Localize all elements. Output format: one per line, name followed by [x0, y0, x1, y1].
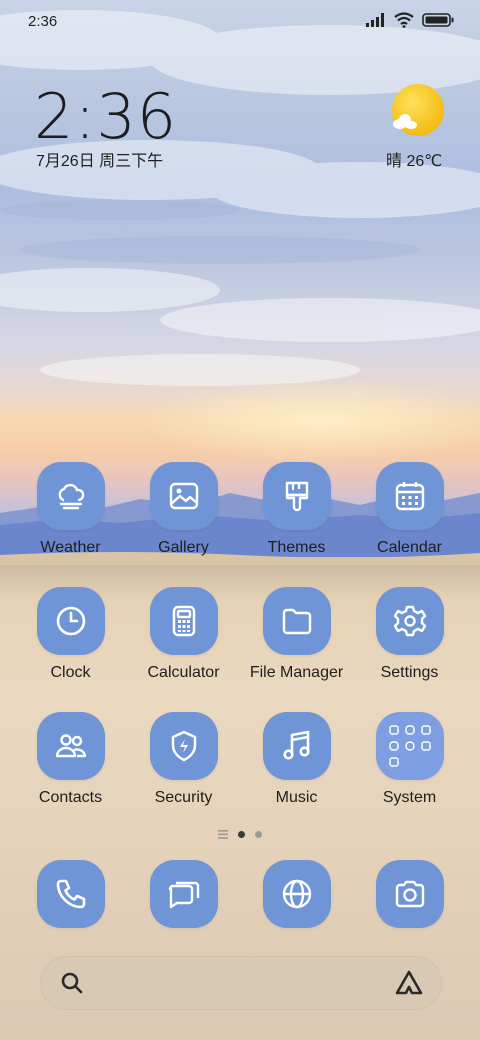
messages-app-tile[interactable] [149, 860, 218, 928]
browser-app-tile[interactable] [262, 860, 331, 928]
status-bar: 2:36 [0, 0, 480, 44]
browser-globe-icon [282, 879, 311, 909]
dock-phone[interactable] [14, 860, 127, 928]
clock-icon [56, 606, 85, 636]
app-system-folder[interactable]: System [353, 712, 466, 807]
app-music[interactable]: Music [240, 712, 353, 807]
app-label: System [382, 789, 437, 806]
search-bar[interactable] [40, 956, 442, 1010]
app-security[interactable]: Security [127, 712, 240, 807]
app-label: Clock [50, 664, 91, 681]
battery-icon [422, 13, 454, 27]
messages-icon [168, 881, 199, 909]
app-calculator[interactable]: Calculator [127, 587, 240, 682]
weather-summary: 晴 26℃ [386, 153, 443, 170]
assistant-icon[interactable] [394, 969, 424, 997]
search-icon[interactable] [60, 971, 84, 995]
contacts-icon [55, 734, 86, 758]
wallpaper-clouds [0, 10, 480, 386]
app-calendar[interactable]: Calendar [353, 462, 466, 557]
app-gallery[interactable]: Gallery [127, 462, 240, 557]
page-dot-active[interactable] [238, 831, 245, 838]
folder-grid-icon [388, 725, 431, 767]
folder-icon [282, 608, 311, 635]
dock-browser[interactable] [240, 860, 353, 928]
calendar-icon [395, 482, 424, 511]
app-label: Music [275, 789, 318, 806]
menu-lines-icon[interactable] [218, 830, 228, 839]
app-label: File Manager [249, 664, 344, 681]
contacts-app-tile[interactable] [36, 712, 105, 780]
page-dot[interactable] [255, 831, 262, 838]
dock-messages[interactable] [127, 860, 240, 928]
app-contacts[interactable]: Contacts [14, 712, 127, 807]
camera-app-tile[interactable] [375, 860, 444, 928]
app-label: Settings [380, 664, 439, 681]
page-indicator[interactable] [0, 830, 480, 839]
app-label: Security [154, 789, 213, 806]
app-clock[interactable]: Clock [14, 587, 127, 682]
signal-icon [366, 13, 384, 27]
app-weather[interactable]: Weather [14, 462, 127, 557]
system-folder-tile[interactable] [375, 712, 444, 780]
app-label: Calculator [147, 664, 220, 681]
app-label: Calendar [377, 539, 442, 556]
status-time: 2:36 [28, 13, 58, 30]
themes-app-tile[interactable] [262, 462, 331, 530]
app-label: Weather [40, 539, 101, 556]
sun-cloud-icon[interactable] [390, 84, 446, 140]
clock-widget-time[interactable]: 2:36 [34, 80, 177, 153]
shield-bolt-icon [171, 730, 196, 762]
security-app-tile[interactable] [149, 712, 218, 780]
calendar-app-tile[interactable] [375, 462, 444, 530]
gallery-app-tile[interactable] [149, 462, 218, 530]
app-label: Themes [267, 539, 326, 556]
weather-app-tile[interactable] [36, 462, 105, 530]
music-app-tile[interactable] [262, 712, 331, 780]
clock-widget-date: 7月26日 周三下午 [36, 153, 164, 170]
file-manager-app-tile[interactable] [262, 587, 331, 655]
weather-icon [58, 483, 84, 510]
calculator-icon [172, 605, 195, 637]
themes-brush-icon [285, 481, 308, 512]
calculator-app-tile[interactable] [149, 587, 218, 655]
music-note-icon [282, 730, 310, 760]
app-file-manager[interactable]: File Manager [240, 587, 353, 682]
wifi-icon [394, 12, 414, 28]
camera-icon [395, 880, 424, 908]
gear-icon [393, 605, 426, 637]
app-label: Gallery [158, 539, 209, 556]
gallery-icon [169, 482, 198, 510]
app-themes[interactable]: Themes [240, 462, 353, 557]
settings-app-tile[interactable] [375, 587, 444, 655]
app-settings[interactable]: Settings [353, 587, 466, 682]
phone-icon [56, 879, 85, 909]
dock-camera[interactable] [353, 860, 466, 928]
clock-app-tile[interactable] [36, 587, 105, 655]
app-label: Contacts [38, 789, 103, 806]
phone-app-tile[interactable] [36, 860, 105, 928]
